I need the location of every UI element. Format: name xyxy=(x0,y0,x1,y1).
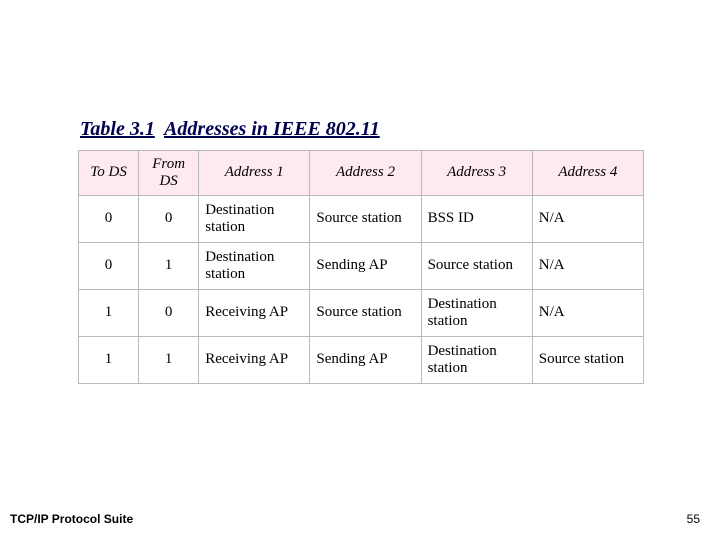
address-table: To DS From DS Address 1 Address 2 Addres… xyxy=(78,150,644,384)
cell-addr3: BSS ID xyxy=(421,196,532,243)
cell-addr3: Source station xyxy=(421,243,532,290)
cell-addr1: Destination station xyxy=(199,243,310,290)
cell-to-ds: 0 xyxy=(79,196,139,243)
cell-addr2: Sending AP xyxy=(310,337,421,384)
cell-addr2: Sending AP xyxy=(310,243,421,290)
table-row: 1 0 Receiving AP Source station Destinat… xyxy=(79,290,644,337)
col-header-addr4: Address 4 xyxy=(532,151,643,196)
cell-from-ds: 0 xyxy=(139,196,199,243)
cell-addr3: Destination station xyxy=(421,337,532,384)
cell-addr4: N/A xyxy=(532,290,643,337)
table-caption: Table 3.1 Addresses in IEEE 802.11 xyxy=(80,118,380,141)
cell-to-ds: 0 xyxy=(79,243,139,290)
table-header-row: To DS From DS Address 1 Address 2 Addres… xyxy=(79,151,644,196)
table-number: Table 3.1 xyxy=(80,118,155,140)
table-row: 0 0 Destination station Source station B… xyxy=(79,196,644,243)
table-row: 1 1 Receiving AP Sending AP Destination … xyxy=(79,337,644,384)
cell-addr4: N/A xyxy=(532,196,643,243)
col-header-addr3: Address 3 xyxy=(421,151,532,196)
cell-from-ds: 1 xyxy=(139,243,199,290)
cell-from-ds: 1 xyxy=(139,337,199,384)
col-header-addr2: Address 2 xyxy=(310,151,421,196)
cell-to-ds: 1 xyxy=(79,290,139,337)
col-header-from-ds: From DS xyxy=(139,151,199,196)
page-number: 55 xyxy=(687,512,700,526)
cell-addr1: Destination station xyxy=(199,196,310,243)
cell-from-ds: 0 xyxy=(139,290,199,337)
col-header-to-ds: To DS xyxy=(79,151,139,196)
cell-addr2: Source station xyxy=(310,196,421,243)
slide: Table 3.1 Addresses in IEEE 802.11 To DS… xyxy=(0,0,720,540)
col-header-addr1: Address 1 xyxy=(199,151,310,196)
cell-addr1: Receiving AP xyxy=(199,290,310,337)
table-title: Addresses in IEEE 802.11 xyxy=(164,118,380,140)
cell-addr4: Source station xyxy=(532,337,643,384)
footer-source: TCP/IP Protocol Suite xyxy=(10,512,133,526)
cell-addr2: Source station xyxy=(310,290,421,337)
cell-addr1: Receiving AP xyxy=(199,337,310,384)
cell-to-ds: 1 xyxy=(79,337,139,384)
cell-addr3: Destination station xyxy=(421,290,532,337)
table-row: 0 1 Destination station Sending AP Sourc… xyxy=(79,243,644,290)
cell-addr4: N/A xyxy=(532,243,643,290)
